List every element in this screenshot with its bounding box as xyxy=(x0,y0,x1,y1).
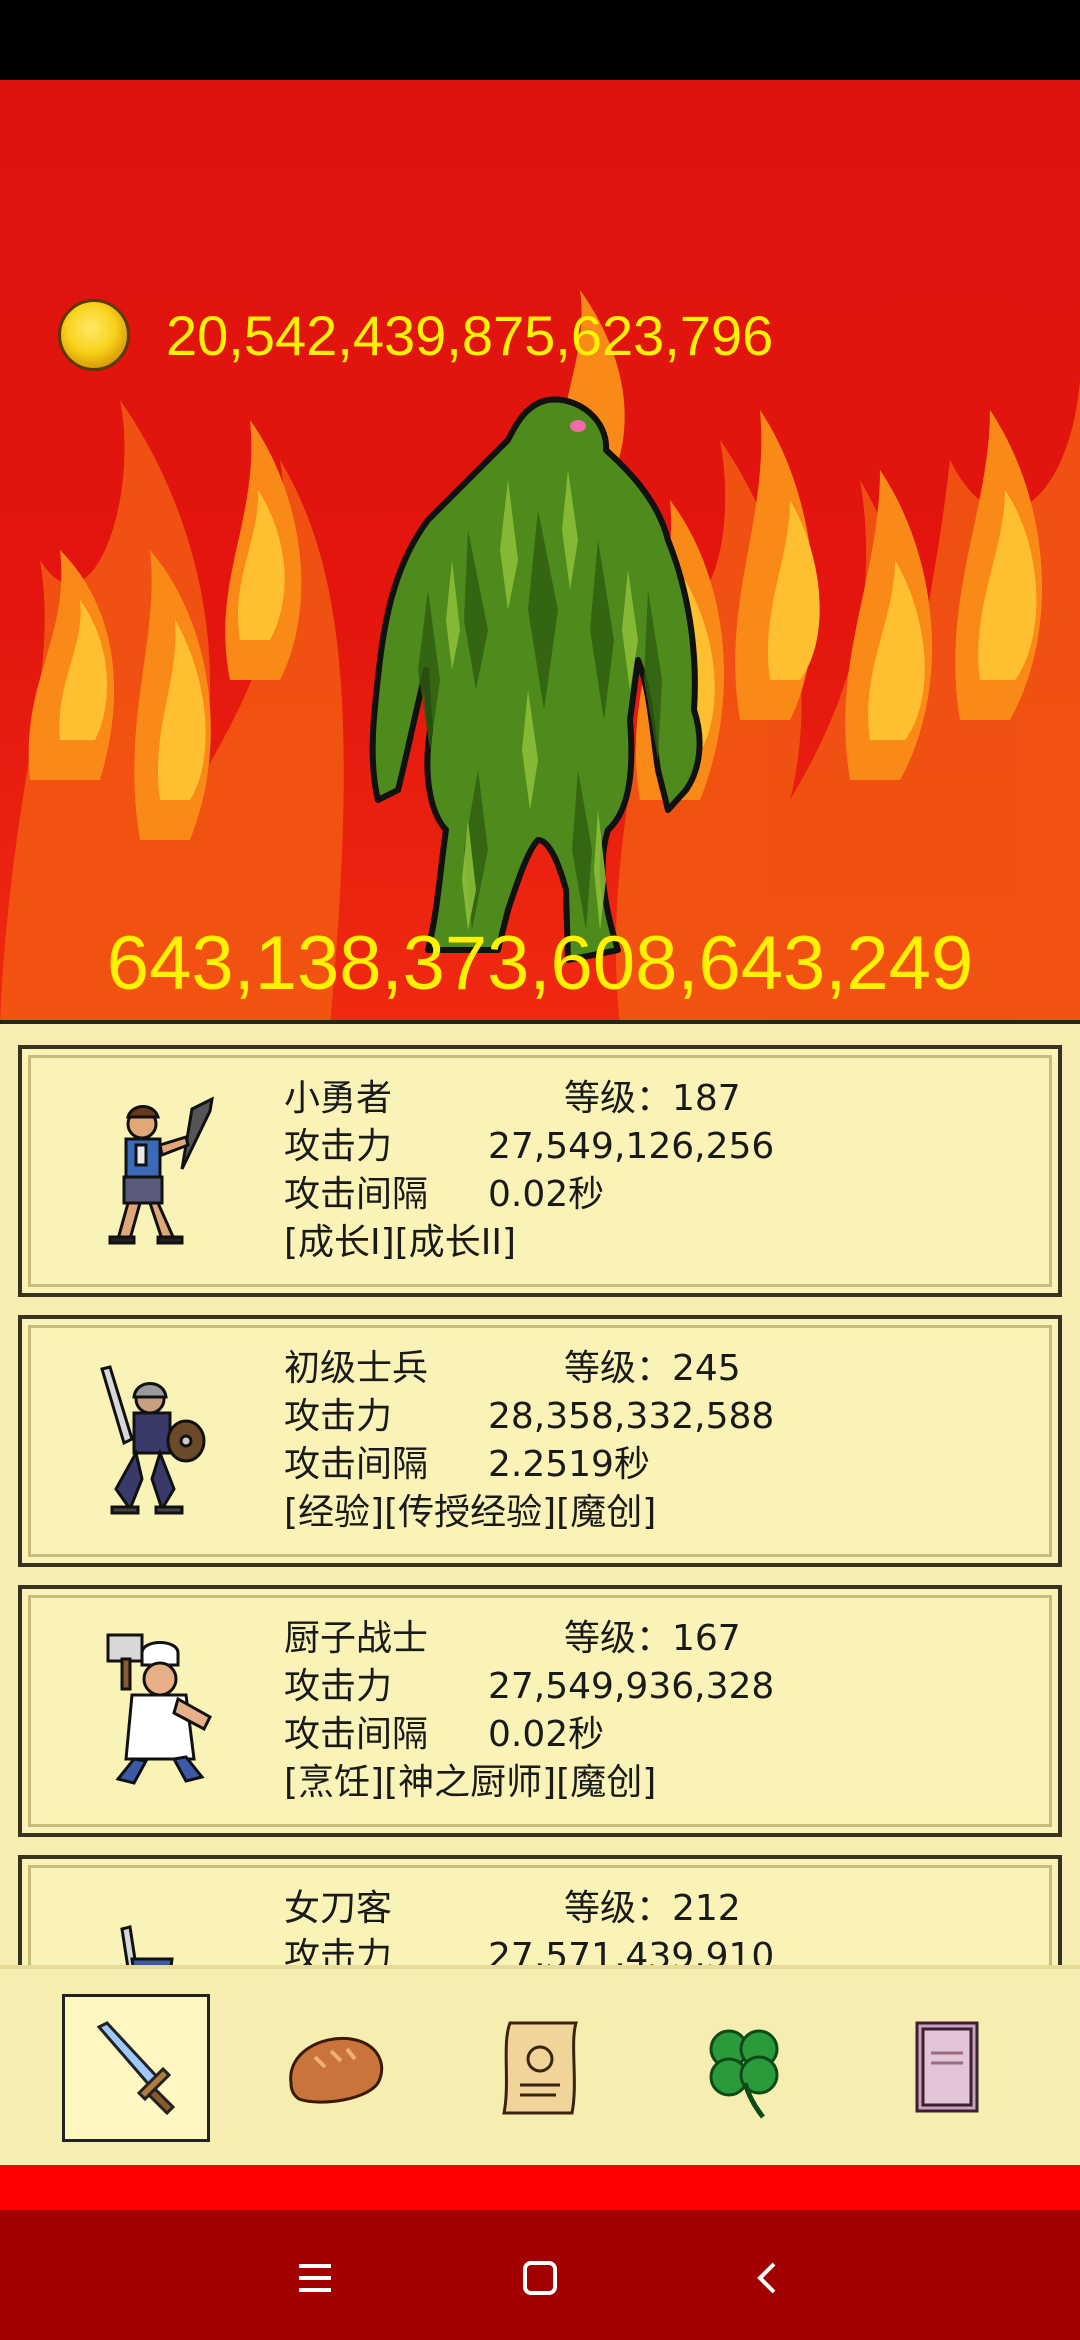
junior-soldier-sprite xyxy=(100,1365,206,1515)
clover-icon xyxy=(709,2029,779,2119)
system-nav-bar xyxy=(0,2210,1080,2340)
scroll-icon xyxy=(502,2021,579,2115)
hero-skills: [成长I][成长II] xyxy=(284,1222,517,1263)
hero-level: 等级：187 xyxy=(564,1078,741,1119)
tab-heroes[interactable] xyxy=(62,1994,210,2142)
interval-label: 攻击间隔 xyxy=(284,1444,429,1485)
gold-coin-icon xyxy=(58,299,130,371)
attack-value: 27,549,126,256 xyxy=(488,1126,775,1167)
hero-info: 女刀客 等级：212 攻击力 27,571,439,910 xyxy=(284,1885,774,1965)
hero-name: 初级士兵 xyxy=(284,1348,429,1389)
bread-icon xyxy=(289,2036,384,2104)
attack-label: 攻击力 xyxy=(284,1666,393,1707)
red-strip xyxy=(0,2165,1080,2210)
gold-amount: 20,542,439,875,623,796 xyxy=(166,303,774,367)
tab-scroll[interactable] xyxy=(466,1994,614,2142)
interval-value: 0.02秒 xyxy=(488,1174,605,1215)
hero-info: 小勇者 等级：187 攻击力 27,549,126,256 攻击间隔 0.02秒… xyxy=(284,1075,774,1267)
hero-card-little-hero[interactable]: 小勇者 等级：187 攻击力 27,549,126,256 攻击间隔 0.02秒… xyxy=(18,1045,1062,1297)
interval-label: 攻击间隔 xyxy=(284,1174,429,1215)
hero-name: 厨子战士 xyxy=(284,1618,429,1659)
interval-value: 2.2519秒 xyxy=(488,1444,650,1485)
attack-value: 27,549,936,328 xyxy=(488,1666,775,1707)
battle-area[interactable]: 20,542,439,875,623,796 643,138,373,608,6… xyxy=(0,80,1080,1025)
book-icon xyxy=(915,2021,979,2113)
hero-level: 等级：167 xyxy=(564,1618,741,1659)
hero-info: 初级士兵 等级：245 攻击力 28,358,332,588 攻击间隔 2.25… xyxy=(284,1345,774,1537)
tab-book[interactable] xyxy=(872,1994,1020,2142)
hero-skills: [烹饪][神之厨师][魔创] xyxy=(284,1762,657,1803)
attack-label: 攻击力 xyxy=(284,1126,393,1167)
back-icon[interactable] xyxy=(738,2248,798,2308)
status-bar xyxy=(0,0,1080,80)
green-moss-giant-monster[interactable] xyxy=(368,390,708,970)
hero-level: 等级：245 xyxy=(564,1348,741,1389)
monster-hp: 643,138,373,608,643,249 xyxy=(106,921,974,1006)
home-icon[interactable] xyxy=(510,2248,570,2308)
hero-level: 等级：212 xyxy=(564,1888,741,1929)
chef-warrior-sprite xyxy=(106,1633,212,1785)
hero-info: 厨子战士 等级：167 攻击力 27,549,936,328 攻击间隔 0.02… xyxy=(284,1615,774,1807)
attack-label: 攻击力 xyxy=(284,1396,393,1437)
interval-label: 攻击间隔 xyxy=(284,1714,429,1755)
hero-name: 小勇者 xyxy=(284,1078,393,1119)
gold-counter: 20,542,439,875,623,796 xyxy=(58,295,773,375)
hero-name: 女刀客 xyxy=(284,1888,393,1929)
female-swordsman-sprite xyxy=(120,1925,174,1965)
hero-list[interactable]: 小勇者 等级：187 攻击力 27,549,126,256 攻击间隔 0.02秒… xyxy=(0,1025,1080,1965)
tab-food[interactable] xyxy=(262,1994,410,2142)
interval-value: 0.02秒 xyxy=(488,1714,605,1755)
hero-card-chef-warrior[interactable]: 厨子战士 等级：167 攻击力 27,549,936,328 攻击间隔 0.02… xyxy=(18,1585,1062,1837)
little-hero-sprite xyxy=(108,1096,214,1245)
hero-card-junior-soldier[interactable]: 初级士兵 等级：245 攻击力 28,358,332,588 攻击间隔 2.25… xyxy=(18,1315,1062,1567)
menu-icon[interactable] xyxy=(285,2248,345,2308)
attack-label: 攻击力 xyxy=(284,1936,393,1965)
hero-skills: [经验][传授经验][魔创] xyxy=(284,1492,657,1533)
attack-value: 28,358,332,588 xyxy=(488,1396,775,1437)
attack-value: 27,571,439,910 xyxy=(488,1936,775,1965)
hero-card-female-swordsman[interactable]: 女刀客 等级：212 攻击力 27,571,439,910 xyxy=(18,1855,1062,1965)
sword-icon xyxy=(96,2021,176,2116)
bottom-tab-bar xyxy=(0,1965,1080,2169)
tab-luck[interactable] xyxy=(670,1994,818,2142)
